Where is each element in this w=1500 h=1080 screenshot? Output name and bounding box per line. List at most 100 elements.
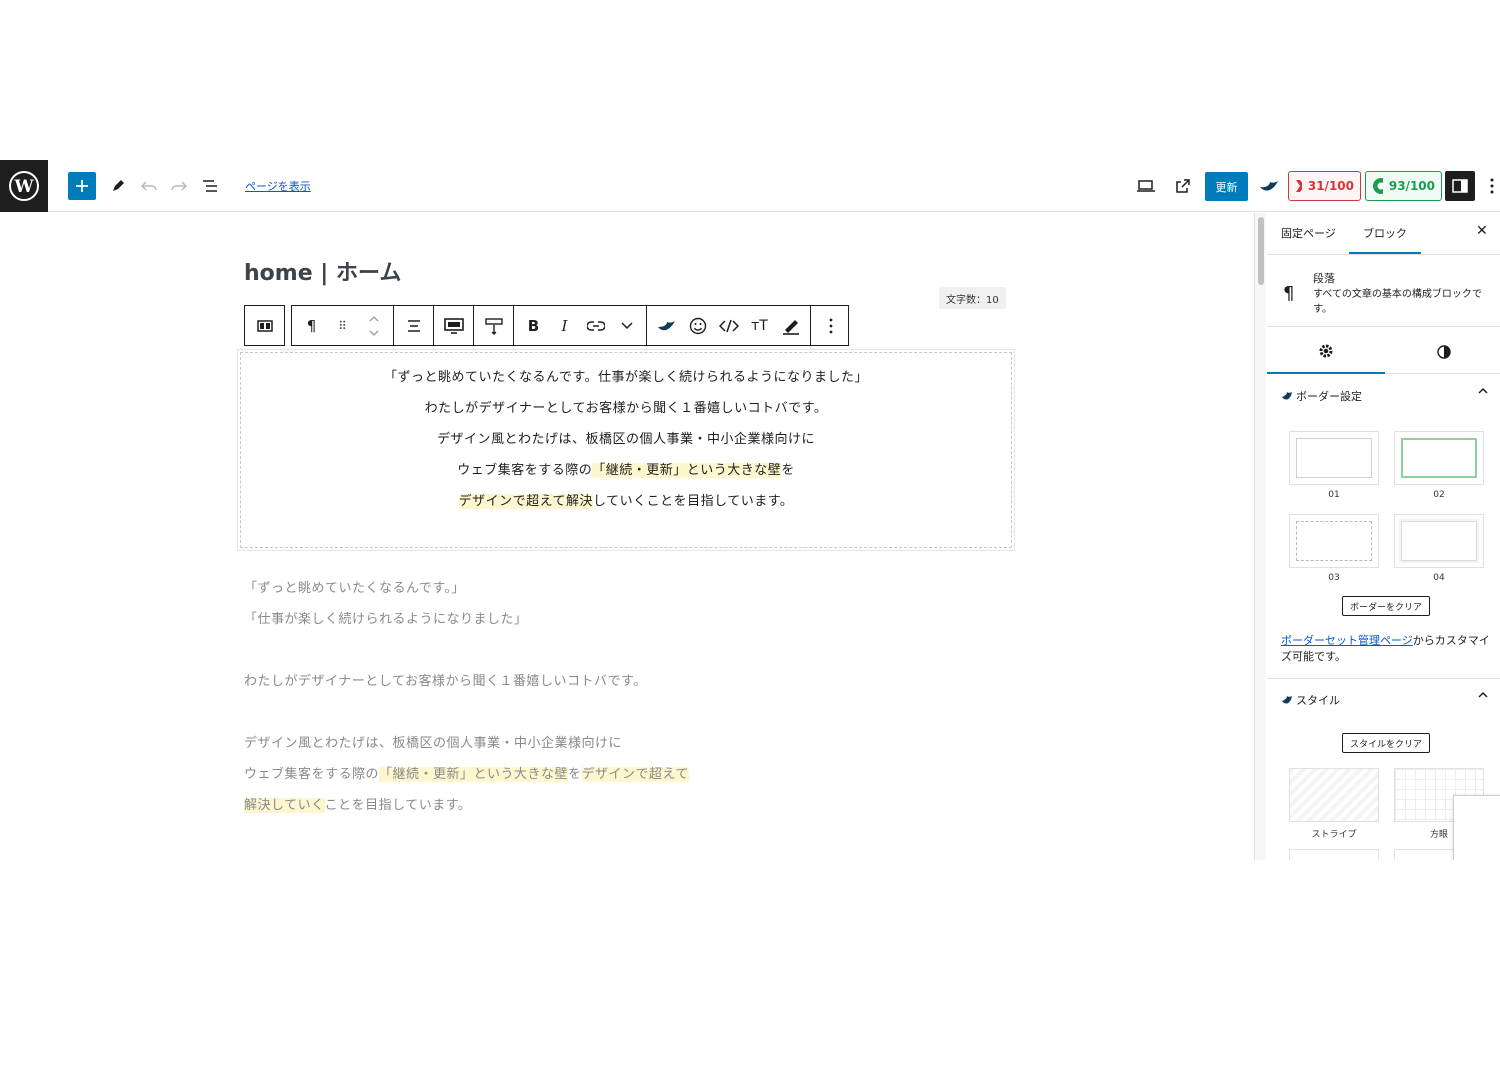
- link-icon[interactable]: [580, 306, 611, 345]
- border-option-03[interactable]: [1289, 514, 1379, 568]
- highlighted-text: 「継続・更新」という大きな壁: [592, 463, 782, 478]
- border-set-link[interactable]: ボーダーセット管理ページ: [1281, 634, 1413, 647]
- desktop-icon: [1137, 180, 1155, 192]
- chevron-down-icon[interactable]: [611, 306, 642, 345]
- gear-score-icon: [1373, 178, 1383, 194]
- paragraph-line: 「ずっと眺めていたくなるんです。」: [244, 581, 466, 596]
- tab-page[interactable]: 固定ページ: [1281, 225, 1336, 241]
- sidebar-icon: [1452, 179, 1468, 193]
- code-icon[interactable]: [713, 306, 744, 345]
- block-card: ¶ 段落 すべての文章の基本の構成ブロックです。: [1267, 255, 1500, 327]
- border-option-label: 03: [1328, 573, 1340, 583]
- settings-sidebar-toggle[interactable]: [1445, 171, 1475, 201]
- char-count-badge: 文字数：10: [939, 287, 1006, 309]
- inspector-subtabs: [1267, 329, 1500, 374]
- paragraph-icon[interactable]: ¶: [296, 306, 327, 345]
- more-vertical-icon[interactable]: [815, 306, 846, 345]
- seo-score-badge[interactable]: 31/100: [1288, 171, 1361, 201]
- bird-logo-icon: [1282, 392, 1292, 400]
- readability-score-badge[interactable]: 93/100: [1365, 171, 1442, 201]
- bird-logo-icon: [1260, 181, 1278, 191]
- block-description: すべての文章の基本の構成ブロックです。: [1313, 289, 1482, 315]
- clear-style-button[interactable]: スタイルをクリア: [1342, 733, 1430, 753]
- editor-header: W ページを表示 更新 31/100 93/100: [0, 160, 1500, 212]
- editor-canvas: home | ホーム 文字数：10 ¶ ⠿ B I ᴛT 「ずっと眺めていたくな…: [0, 213, 1254, 860]
- border-panel-header[interactable]: ボーダー設定: [1267, 377, 1500, 415]
- highlighter-icon[interactable]: [775, 306, 806, 345]
- border-option-01[interactable]: [1289, 431, 1379, 485]
- highlighted-text: 解決していく: [244, 798, 325, 813]
- settings-sidebar: 固定ページ ブロック ✕ ¶ 段落 すべての文章の基本の構成ブロックです。 ボー…: [1267, 213, 1500, 860]
- selected-paragraph-block[interactable]: 「ずっと眺めていたくなるんです。仕事が楽しく続けられるようになりました」 わたし…: [237, 349, 1015, 551]
- highlighted-text: デザインで超えて解決: [458, 494, 593, 509]
- popover-panel: [1453, 795, 1500, 860]
- paragraph-line: デザイン風とわたげは、板橋区の個人事業・中小企業様向けに: [436, 432, 815, 447]
- style-panel-title: スタイル: [1296, 694, 1340, 707]
- spacing-icon[interactable]: [478, 306, 509, 345]
- paragraph-line: 解決していくことを目指しています。: [244, 798, 472, 813]
- empty-line: [244, 635, 689, 666]
- emoji-icon[interactable]: [682, 306, 713, 345]
- align-center-icon[interactable]: [398, 306, 429, 345]
- update-button[interactable]: 更新: [1205, 172, 1248, 201]
- document-overview-button[interactable]: [200, 172, 220, 200]
- move-up-down-icon[interactable]: [358, 306, 389, 345]
- preview-button[interactable]: [1136, 172, 1156, 200]
- close-icon[interactable]: ✕: [1476, 223, 1488, 239]
- chevron-up-icon: [1478, 387, 1488, 394]
- readability-score-value: 93/100: [1388, 179, 1435, 193]
- tools-button[interactable]: [108, 172, 128, 200]
- paragraph-line: わたしがデザイナーとしてお客様から聞く１番嬉しいコトバです。: [244, 674, 647, 689]
- wordpress-logo-icon[interactable]: W: [0, 160, 48, 212]
- pen-icon: [113, 180, 124, 191]
- select-parent-button[interactable]: [249, 306, 280, 345]
- block-switcher-group: ¶ ⠿: [292, 306, 394, 345]
- tab-settings[interactable]: [1267, 329, 1385, 374]
- undo-button[interactable]: [139, 172, 159, 200]
- external-link-icon: [1176, 179, 1190, 193]
- page-title[interactable]: home | ホーム: [244, 255, 401, 287]
- scroll-thumb[interactable]: [1258, 217, 1264, 285]
- paragraph-icon: ¶: [1283, 283, 1295, 304]
- extras-group: ᴛT: [647, 306, 811, 345]
- view-page-link[interactable]: ページを表示: [245, 178, 311, 194]
- paragraph-line: 「ずっと眺めていたくなるんです。仕事が楽しく続けられるようになりました」: [383, 370, 869, 385]
- empty-line: [244, 697, 689, 728]
- drag-handle-icon[interactable]: ⠿: [327, 306, 358, 345]
- device-visibility-icon[interactable]: [438, 306, 469, 345]
- external-view-button[interactable]: [1173, 172, 1193, 200]
- chevron-up-icon: [1478, 691, 1488, 698]
- device-group: [434, 306, 474, 345]
- border-option-label: 01: [1328, 490, 1340, 500]
- border-panel-title: ボーダー設定: [1296, 390, 1362, 403]
- redo-button[interactable]: [169, 172, 189, 200]
- font-size-icon[interactable]: ᴛT: [744, 306, 775, 345]
- highlighted-text: デザインで超えて: [581, 767, 689, 782]
- border-option-label: 04: [1433, 573, 1445, 583]
- panel-divider: [1267, 678, 1500, 679]
- bird-logo-icon[interactable]: [651, 306, 682, 345]
- add-block-button[interactable]: [68, 172, 96, 200]
- style-panel-header[interactable]: スタイル: [1267, 681, 1500, 719]
- tab-styles[interactable]: [1385, 329, 1500, 374]
- clear-border-button[interactable]: ボーダーをクリア: [1342, 596, 1430, 616]
- block-name: 段落: [1313, 272, 1335, 285]
- bold-icon[interactable]: B: [518, 306, 549, 345]
- editor-window: W ページを表示 更新 31/100 93/100 home | ホーム 文字数…: [0, 160, 1500, 860]
- border-option-02[interactable]: [1394, 431, 1484, 485]
- columns-icon: [256, 319, 273, 332]
- list-view-icon: [203, 180, 217, 192]
- bird-logo-icon: [1282, 696, 1292, 704]
- italic-icon[interactable]: I: [549, 306, 580, 345]
- options-menu-button[interactable]: [1484, 172, 1500, 200]
- following-paragraphs[interactable]: 「ずっと眺めていたくなるんです。」 「仕事が楽しく続けられるようになりました」 …: [244, 573, 689, 821]
- paragraph-content[interactable]: 「ずっと眺めていたくなるんです。仕事が楽しく続けられるようになりました」 わたし…: [241, 362, 1011, 517]
- canvas-scrollbar[interactable]: [1254, 213, 1266, 860]
- more-group: [811, 306, 850, 345]
- tab-block[interactable]: ブロック: [1349, 225, 1421, 254]
- style-option[interactable]: [1289, 849, 1379, 860]
- border-option-04[interactable]: [1394, 514, 1484, 568]
- plugin-button[interactable]: [1258, 172, 1282, 200]
- paragraph-line: わたしがデザイナーとしてお客様から聞く１番嬉しいコトバです。: [424, 401, 828, 416]
- style-option-stripe[interactable]: [1289, 768, 1379, 822]
